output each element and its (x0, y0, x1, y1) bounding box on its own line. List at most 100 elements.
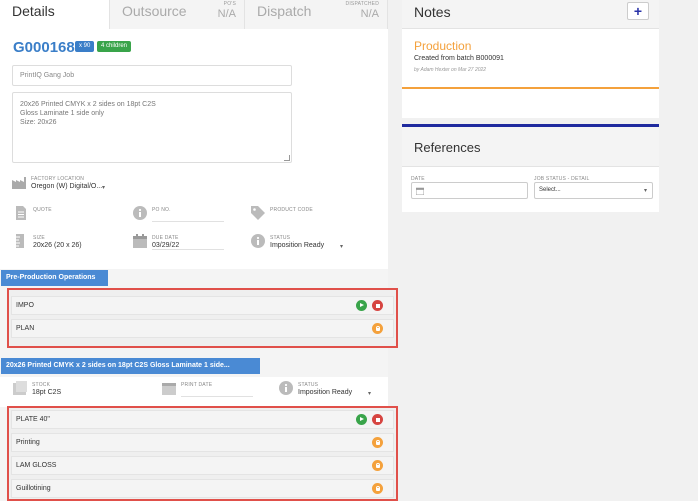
stock-field[interactable]: STOCK 18pt C2S (13, 381, 113, 399)
details-panel: G000168 x 90 4 children PrintIQ Gang Job… (0, 29, 388, 269)
status-label: STATUS (270, 235, 291, 241)
stock-value: 18pt C2S (32, 389, 62, 396)
stop-icon[interactable] (372, 300, 383, 311)
dispatched-value: N/A (360, 8, 379, 20)
due-date-value: 03/29/22 (152, 242, 180, 249)
preproduction-ops-list: IMPO PLAN (7, 288, 398, 348)
pos-caption: PO'S (223, 1, 236, 7)
note-divider (402, 87, 659, 89)
tab-dispatch-label: Dispatch (257, 3, 312, 19)
pos-value: N/A (217, 8, 236, 20)
size-field[interactable]: SIZE 20x26 (20 x 26) (14, 234, 114, 252)
date-input[interactable] (411, 182, 528, 199)
play-icon[interactable] (356, 300, 367, 311)
quote-label: QUOTE (33, 207, 52, 213)
tab-details[interactable]: Details (0, 0, 110, 29)
tab-dispatch[interactable]: Dispatch DISPATCHED N/A (245, 0, 388, 29)
quote-field[interactable]: QUOTE (14, 206, 114, 224)
description-line: 20x26 Printed CMYK x 2 sides on 18pt C2S (20, 101, 156, 108)
info-icon (251, 234, 265, 248)
note-entry-body: Created from batch B000091 (414, 55, 504, 62)
references-panel: References DATE JOB STATUS - DETAIL Sele… (402, 124, 659, 212)
chevron-down-icon: ▾ (643, 188, 647, 194)
lock-icon (372, 483, 383, 494)
operation-row-printing[interactable]: Printing (11, 433, 394, 452)
component-status-field[interactable]: STATUS Imposition Ready ▾ (279, 381, 379, 399)
operation-row-guillotining[interactable]: Guillotining (11, 479, 394, 498)
size-label: SIZE (33, 235, 45, 241)
operation-label: Guillotining (16, 485, 51, 492)
calendar-icon (133, 234, 147, 248)
job-status-select[interactable]: Select... ▾ (534, 182, 653, 199)
job-tabs: Details Outsource PO'S N/A Dispatch DISP… (0, 0, 388, 29)
notes-title: Notes (414, 4, 451, 20)
operation-label: Printing (16, 439, 40, 446)
stop-icon[interactable] (372, 414, 383, 425)
references-title: References (414, 140, 481, 155)
po-number-field[interactable]: PO NO. (133, 206, 228, 224)
chevron-down-icon: ▾ (102, 185, 106, 191)
operation-label: PLATE 40" (16, 416, 50, 423)
calendar-icon (416, 187, 424, 195)
due-date-underline (152, 249, 224, 250)
component-status-label: STATUS (298, 382, 319, 388)
add-note-button[interactable]: + (627, 2, 649, 20)
children-badge[interactable]: 4 children (97, 41, 132, 52)
factory-icon (12, 177, 26, 189)
status-value: Imposition Ready (270, 242, 325, 249)
job-description-textarea[interactable]: 20x26 Printed CMYK x 2 sides on 18pt C2S… (12, 92, 292, 163)
component-panel: STOCK 18pt C2S PRINT DATE STATUS Imposit… (0, 377, 388, 407)
print-date-underline (181, 396, 253, 397)
tab-outsource[interactable]: Outsource PO'S N/A (110, 0, 245, 29)
chevron-down-icon: ▾ (368, 391, 372, 397)
lock-icon (372, 437, 383, 448)
due-date-field[interactable]: DUE DATE 03/29/22 (133, 234, 228, 252)
job-status-value: Select... (539, 187, 561, 193)
job-number: G000168 (13, 39, 75, 56)
lock-icon (372, 460, 383, 471)
po-number-label: PO NO. (152, 207, 171, 213)
component-status-value: Imposition Ready (298, 389, 353, 396)
factory-location-field[interactable]: FACTORY LOCATION Oregon (W) Digital/O...… (12, 175, 112, 193)
dispatched-caption: DISPATCHED (345, 1, 379, 7)
tab-details-label: Details (12, 3, 55, 19)
factory-location-label: FACTORY LOCATION (31, 176, 85, 182)
play-icon[interactable] (356, 414, 367, 425)
print-date-field[interactable]: PRINT DATE (162, 381, 257, 399)
notes-panel: Notes + Production Created from batch B0… (402, 0, 659, 118)
operation-label: IMPO (16, 302, 34, 309)
operation-row-plate[interactable]: PLATE 40" (11, 410, 394, 429)
operation-label: LAM GLOSS (16, 462, 57, 469)
due-date-label: DUE DATE (152, 235, 179, 241)
ruler-icon (16, 234, 24, 248)
calendar-icon (162, 383, 176, 395)
operation-row-impo[interactable]: IMPO (11, 296, 394, 315)
component-title: 20x26 Printed CMYK x 2 sides on 18pt C2S… (6, 362, 230, 369)
tag-icon (251, 206, 265, 220)
preproduction-ops-header[interactable]: Pre-Production Operations (1, 270, 108, 286)
operation-row-lam-gloss[interactable]: LAM GLOSS (11, 456, 394, 475)
quantity-badge: x 90 (75, 41, 95, 52)
size-value: 20x26 (20 x 26) (33, 242, 82, 249)
note-entry-meta: by Adam Hexter on Mar 27 2022 (414, 67, 487, 73)
component-header[interactable]: 20x26 Printed CMYK x 2 sides on 18pt C2S… (1, 358, 260, 374)
job-details-column: Details Outsource PO'S N/A Dispatch DISP… (0, 0, 398, 501)
job-title-input[interactable]: PrintIQ Gang Job (12, 65, 292, 86)
operation-row-plan[interactable]: PLAN (11, 319, 394, 338)
note-entry-title[interactable]: Production (414, 39, 471, 53)
product-code-label: PRODUCT CODE (270, 207, 313, 213)
product-code-field[interactable]: PRODUCT CODE (251, 206, 351, 224)
info-icon (133, 206, 147, 220)
resize-handle[interactable] (284, 155, 290, 161)
component-ops-list: PLATE 40" Printing LAM GLOSS Guillotinin… (7, 406, 398, 501)
chevron-down-icon: ▾ (340, 244, 344, 250)
stock-label: STOCK (32, 382, 51, 388)
stock-icon (13, 381, 27, 395)
notes-header: Notes + (402, 0, 659, 29)
status-field[interactable]: STATUS Imposition Ready ▾ (251, 234, 351, 252)
document-icon (16, 206, 26, 220)
print-date-label: PRINT DATE (181, 382, 213, 388)
preproduction-ops-title: Pre-Production Operations (6, 274, 96, 281)
operation-label: PLAN (16, 325, 35, 332)
po-number-underline (152, 221, 224, 222)
